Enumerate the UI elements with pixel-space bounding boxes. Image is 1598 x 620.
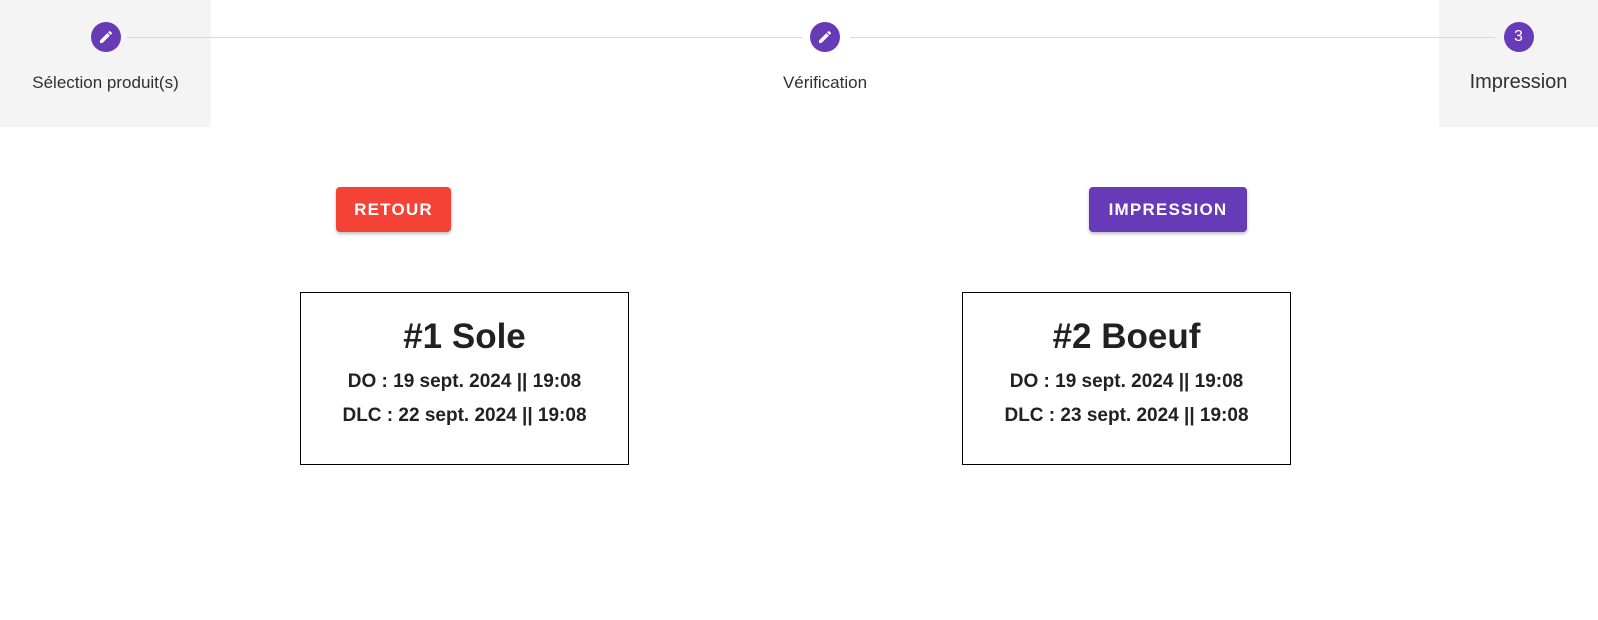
product-label-card: #2 Boeuf DO : 19 sept. 2024 || 19:08 DLC… bbox=[962, 292, 1291, 465]
step-selection-produits[interactable]: Sélection produit(s) bbox=[0, 0, 211, 127]
back-button[interactable]: RETOUR bbox=[336, 187, 451, 232]
production-date: DO : 19 sept. 2024 || 19:08 bbox=[1009, 371, 1244, 392]
pencil-icon bbox=[810, 22, 840, 52]
expiry-date: DLC : 23 sept. 2024 || 19:08 bbox=[1004, 405, 1249, 426]
product-label-title: #2 Boeuf bbox=[1052, 317, 1201, 356]
step-connector bbox=[127, 37, 802, 38]
pencil-icon bbox=[90, 22, 121, 52]
product-label-card: #1 Sole DO : 19 sept. 2024 || 19:08 DLC … bbox=[300, 292, 629, 465]
print-button[interactable]: IMPRESSION bbox=[1089, 187, 1247, 232]
step-label: Sélection produit(s) bbox=[32, 73, 179, 92]
expiry-date: DLC : 22 sept. 2024 || 19:08 bbox=[342, 405, 587, 426]
step-label: Vérification bbox=[782, 73, 868, 92]
step-connector bbox=[850, 37, 1495, 38]
production-date: DO : 19 sept. 2024 || 19:08 bbox=[347, 371, 582, 392]
step-label: Impression bbox=[1469, 71, 1568, 93]
step-impression[interactable]: 3 Impression bbox=[1439, 0, 1598, 127]
stepper: Sélection produit(s) Vérification 3 Impr… bbox=[0, 0, 1598, 127]
step-verification[interactable]: Vérification bbox=[750, 0, 900, 127]
product-label-title: #1 Sole bbox=[403, 317, 526, 356]
step-number-badge: 3 bbox=[1503, 22, 1534, 52]
